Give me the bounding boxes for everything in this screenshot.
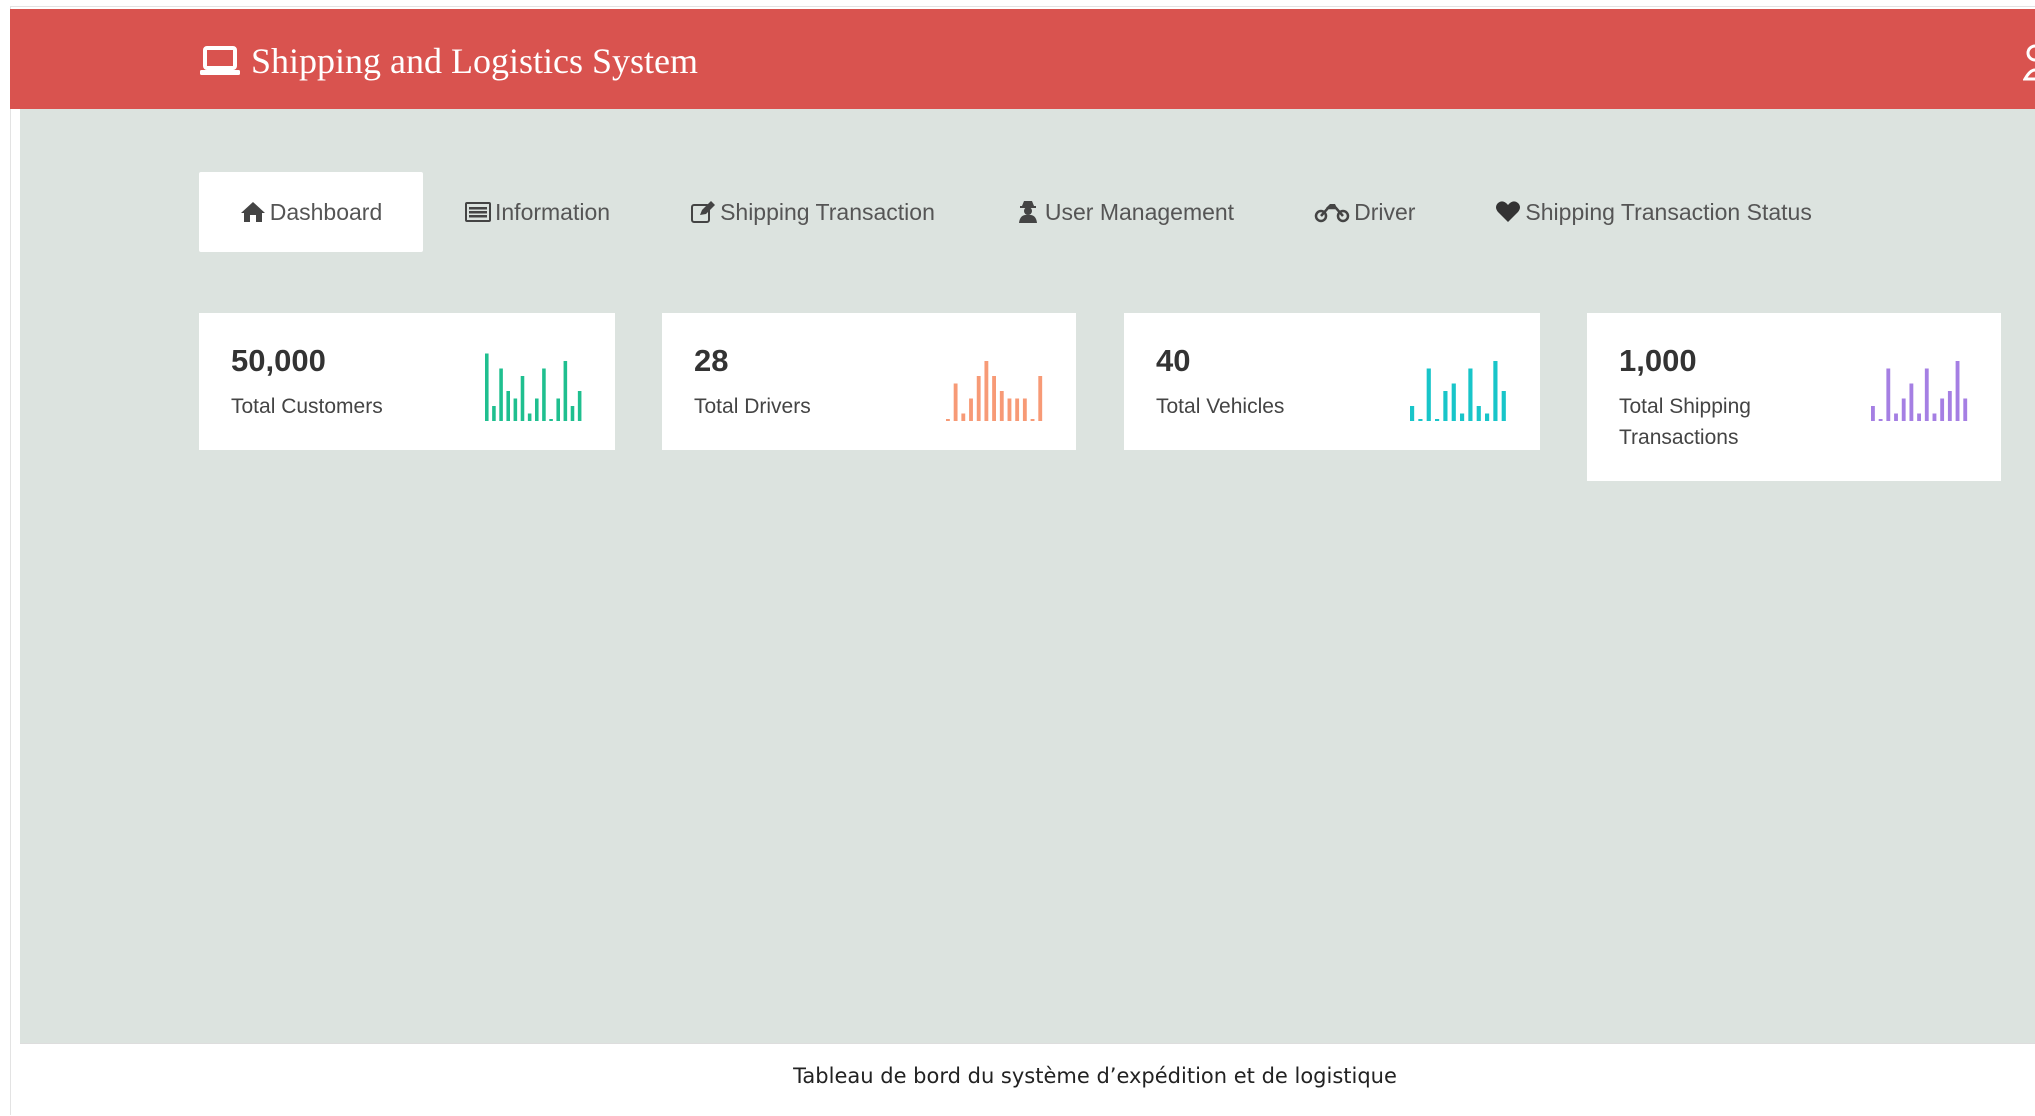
stat-label: Total Drivers: [694, 395, 811, 418]
sparkline-bar: [1418, 419, 1423, 421]
sparkline-bar: [492, 406, 496, 421]
stat-card-shipping-transactions[interactable]: 1,000 Total Shipping Transactions: [1587, 313, 2001, 481]
sparkline-bar: [1878, 419, 1883, 421]
sparkline-bar: [1038, 376, 1043, 421]
footer-caption: Tableau de bord du système d’expédition …: [793, 1064, 1397, 1088]
app-title: Shipping and Logistics System: [251, 41, 699, 81]
sparkline-bar: [1007, 398, 1012, 421]
sparkline-bar: [520, 376, 525, 421]
sparkline-chart: [1410, 361, 1506, 421]
sparkline-bar: [1493, 361, 1498, 421]
sparkline-bar: [1451, 383, 1456, 421]
stat-card-vehicles[interactable]: 40 Total Vehicles: [1124, 313, 1540, 450]
app-header: Shipping and Logistics System: [10, 9, 2035, 109]
tab-shipping-transaction[interactable]: Shipping Transaction: [650, 172, 975, 252]
sparkline-bar: [549, 419, 553, 421]
stats-cards: 50,000 Total Customers 28 Total Drivers …: [199, 313, 2035, 513]
sparkline-bar: [1901, 398, 1906, 421]
stat-card-drivers[interactable]: 28 Total Drivers: [662, 313, 1076, 450]
sparkline-bar: [1947, 391, 1952, 421]
sparkline-bar: [577, 391, 582, 421]
tab-label: Driver: [1354, 198, 1416, 225]
tab-shipping-transaction-status[interactable]: Shipping Transaction Status: [1455, 172, 1851, 252]
sparkline-bar: [1886, 368, 1891, 421]
sparkline-bar: [506, 391, 510, 421]
brand[interactable]: Shipping and Logistics System: [199, 31, 698, 91]
sparkline-bar: [570, 406, 575, 421]
sparkline-bar: [1022, 398, 1027, 421]
sparkline-bar: [1963, 398, 1968, 421]
sparkline-bar: [485, 353, 489, 421]
tab-label: Shipping Transaction Status: [1525, 198, 1812, 225]
sparkline-bar: [1924, 368, 1929, 421]
sparkline-bar: [1917, 413, 1921, 421]
user-secret-icon: [1018, 201, 1037, 223]
sparkline-bar: [1501, 391, 1506, 421]
sparkline-bar: [1468, 368, 1473, 421]
sparkline-bar: [1940, 398, 1945, 421]
home-icon: [240, 202, 265, 222]
sparkline-bar: [953, 383, 958, 421]
sparkline-bar: [946, 419, 950, 421]
sparkline-bar: [1015, 398, 1020, 421]
tab-information[interactable]: Information: [423, 172, 650, 252]
sparkline-bar: [527, 413, 532, 421]
sparkline-chart: [1871, 361, 1968, 421]
heart-icon: [1496, 201, 1521, 222]
sparkline-bar: [984, 361, 989, 421]
sparkline-chart: [946, 361, 1043, 421]
tab-user-management[interactable]: User Management: [975, 172, 1274, 252]
sparkline-bar: [1443, 391, 1448, 421]
sparkline-bar: [563, 361, 568, 421]
sparkline-chart: [485, 353, 582, 421]
tab-label: Information: [495, 198, 611, 225]
sparkline-bar: [556, 398, 560, 421]
sparkline-bar: [1871, 406, 1875, 421]
sparkline-bar: [1435, 419, 1440, 421]
sparkline-bar: [1909, 383, 1914, 421]
sparkline-bar: [535, 398, 539, 421]
sparkline-bar: [1955, 361, 1960, 421]
sparkline-bar: [1460, 413, 1465, 421]
tab-label: Shipping Transaction: [720, 198, 935, 225]
sparkline-bar: [1894, 413, 1898, 421]
sparkline-bar: [1030, 419, 1035, 421]
tab-driver[interactable]: Driver: [1274, 172, 1455, 252]
main-content: Dashboard Information Shipping Transacti…: [20, 109, 2035, 1043]
sparkline-bar: [1426, 368, 1431, 421]
sparkline-bar: [1485, 413, 1490, 421]
tab-label: Dashboard: [269, 198, 383, 225]
sparkline-bar: [1932, 413, 1937, 421]
list-icon: [465, 202, 491, 222]
stat-label: Total Vehicles: [1156, 395, 1285, 418]
sparkline-bar: [992, 376, 996, 421]
sparkline-bar: [969, 398, 973, 421]
user-menu-icon[interactable]: [2023, 43, 2035, 83]
sparkline-bar: [999, 391, 1004, 421]
tab-label: User Management: [1044, 198, 1235, 225]
motorcycle-icon: [1314, 204, 1350, 223]
laptop-icon: [200, 46, 240, 75]
nav-tabs: Dashboard Information Shipping Transacti…: [199, 172, 1852, 252]
sparkline-bar: [1410, 406, 1415, 421]
edit-icon: [691, 201, 716, 223]
sparkline-bar: [513, 398, 518, 421]
sparkline-bar: [499, 368, 503, 421]
tab-dashboard[interactable]: Dashboard: [199, 172, 423, 252]
sparkline-bar: [976, 376, 981, 421]
sparkline-bar: [961, 413, 966, 421]
sparkline-bar: [542, 368, 546, 421]
stat-label: Total Customers: [231, 395, 383, 418]
stat-label: Total Shipping Transactions: [1619, 395, 1751, 449]
sparkline-bar: [1476, 406, 1481, 421]
stat-card-customers[interactable]: 50,000 Total Customers: [199, 313, 615, 450]
footer: Tableau de bord du système d’expédition …: [20, 1043, 2035, 1116]
